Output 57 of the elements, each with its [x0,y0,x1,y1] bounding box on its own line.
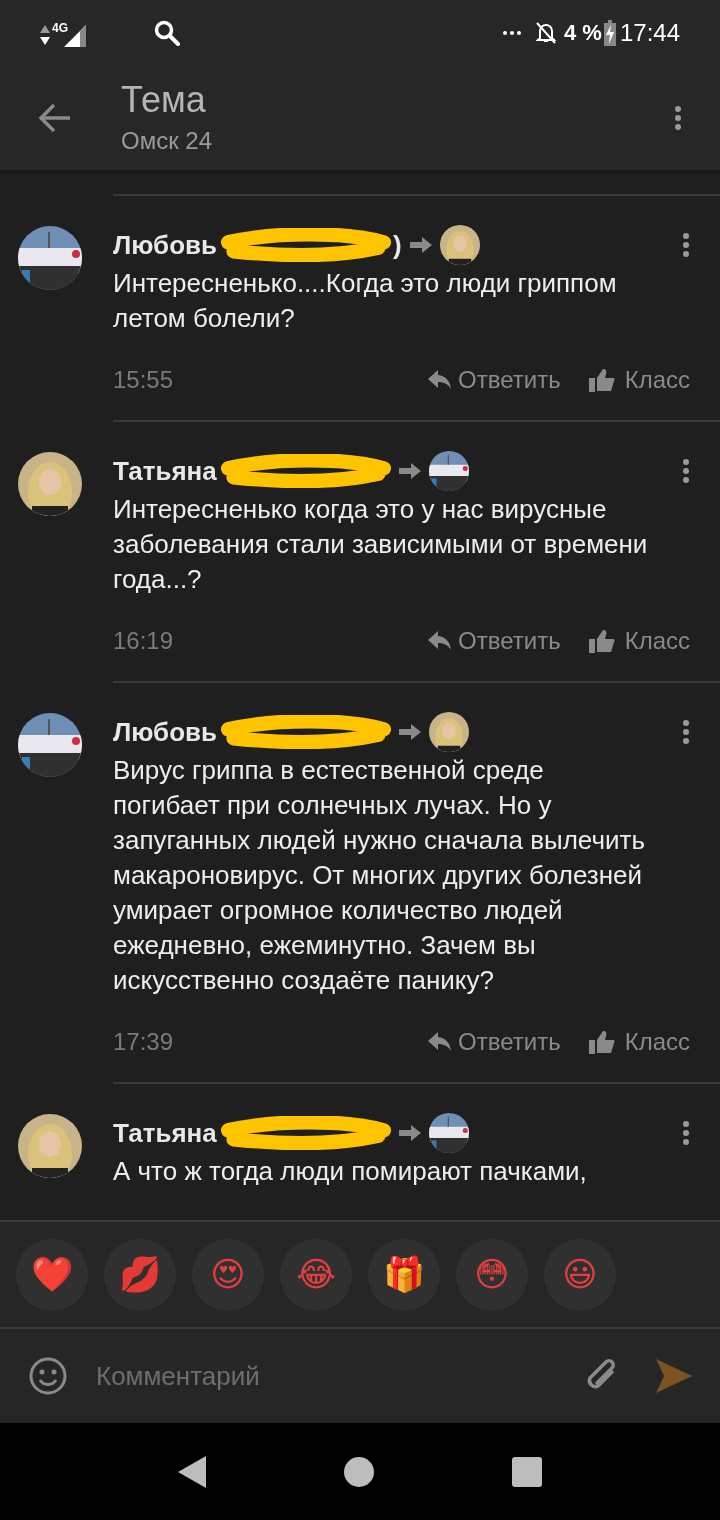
like-button[interactable]: Класс [588,623,690,659]
smiley-icon[interactable] [28,1356,68,1396]
screen-subtitle: Омск 24 [121,125,213,156]
comment-text: Вирус гриппа в естественной среде погибает при солнечных лучах. Но у запуганных людей нужно сначала вылечить макароновирус. От многих других болезней умирает огромное количество людей ежедневно, ежеминутно. Зачем вы искусственно создаёте панику? [113,754,646,997]
author-name[interactable]: Любовь [113,225,217,265]
thumbs-up-icon [588,368,615,392]
reaction-button[interactable]: 😃 [544,1238,616,1311]
thumbs-up-icon [588,1030,615,1054]
comment-text: Интересненько когда это у нас вирусные заболевания стали зависимыми от времени года...? [113,493,649,596]
reaction-button[interactable]: 🎁 [368,1238,440,1311]
comment-input[interactable]: Комментарий [96,1356,584,1396]
author-name[interactable]: Любовь [113,712,217,752]
comment-time: 16:19 [113,626,174,656]
reply-button[interactable]: Ответить [428,1024,561,1060]
data-arrows-icon [40,24,50,45]
comment-time: 17:39 [113,1027,174,1057]
author-name-end: ) [393,228,402,262]
search-icon[interactable] [154,19,180,46]
back-nav-icon[interactable] [178,1455,206,1488]
bell-muted-icon [536,21,556,44]
screen-title: Тема [121,78,207,121]
battery-charging-icon [603,19,616,46]
network-type: 4G [52,19,68,37]
like-button[interactable]: Класс [588,362,690,398]
comment-text: А что ж тогда люди помирают пачками, [113,1155,588,1188]
more-icon[interactable] [682,719,690,745]
like-button[interactable]: Класс [588,1024,690,1060]
arrow-right-icon [398,1125,421,1141]
author-name[interactable]: Татьяна [113,451,217,491]
reply-icon [428,631,453,651]
arrow-right-icon [399,724,421,740]
reaction-button[interactable]: 😂 [280,1238,352,1311]
reaction-button[interactable]: 😍 [192,1238,264,1311]
more-icon[interactable] [682,1120,690,1146]
reply-icon [428,370,453,390]
battery-percent: 4 % [564,19,602,47]
arrow-right-icon [398,463,421,479]
reaction-button[interactable]: 💋 [104,1238,176,1311]
thumbs-up-icon [588,629,615,653]
reply-button[interactable]: Ответить [428,623,561,659]
home-nav-icon[interactable] [344,1456,374,1487]
back-icon[interactable] [38,102,72,133]
comment-text: Интересненько....Когда это люди гриппом летом болели? [113,267,618,335]
recents-nav-icon[interactable] [512,1456,542,1487]
reaction-button[interactable]: 😳 [456,1238,528,1311]
reply-icon [428,1032,453,1052]
more-icon[interactable] [682,232,690,258]
more-icon [502,29,522,36]
author-name[interactable]: Татьяна [113,1113,217,1153]
clock: 17:44 [619,17,680,48]
reply-button[interactable]: Ответить [428,362,561,398]
arrow-right-icon [409,237,432,253]
more-icon[interactable] [674,104,682,131]
comment-field[interactable]: Комментарий [0,1327,720,1423]
more-icon[interactable] [682,458,690,484]
reaction-button[interactable]: ❤ [16,1238,88,1311]
comment-time: 15:55 [113,365,174,395]
